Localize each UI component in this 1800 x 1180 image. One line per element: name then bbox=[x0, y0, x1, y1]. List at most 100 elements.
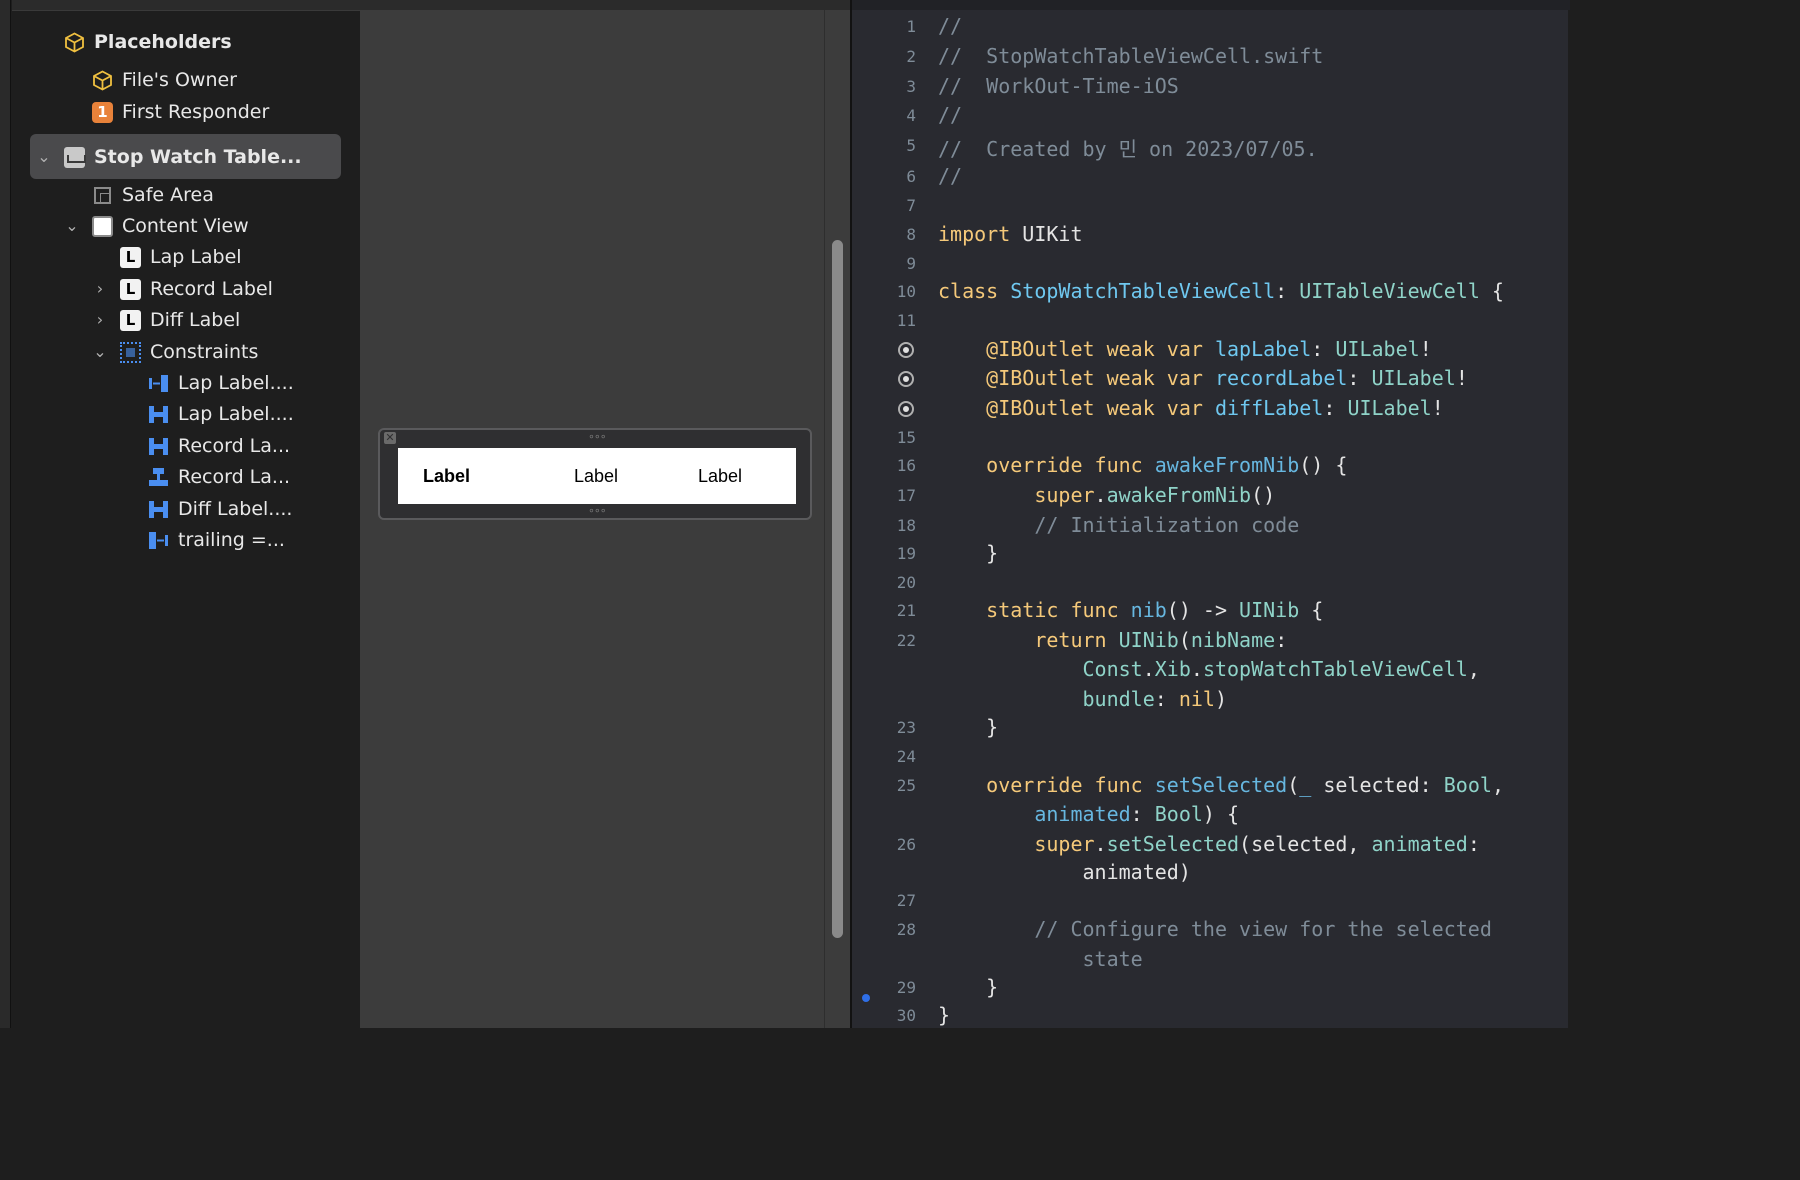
code-token: , bbox=[1491, 773, 1504, 797]
chevron-down-icon[interactable]: ⌄ bbox=[36, 142, 52, 172]
code-token: () { bbox=[1299, 453, 1348, 477]
code-token: . bbox=[1094, 483, 1107, 507]
interface-builder-canvas[interactable]: ✕ Label Label Label bbox=[360, 0, 850, 1028]
resize-handle-bottom[interactable] bbox=[588, 504, 606, 517]
code-token: diffLabel bbox=[1214, 396, 1324, 420]
outlet-connection-icon[interactable] bbox=[898, 401, 914, 417]
code-token: // WorkOut-Time-iOS bbox=[938, 74, 1179, 98]
document-outline: Placeholders File's Owner 1 First Respon… bbox=[0, 0, 360, 1028]
code-line[interactable]: // bbox=[938, 14, 962, 38]
outline-top-bar bbox=[12, 0, 360, 11]
outline-label: Lap Label.... bbox=[178, 403, 294, 425]
code-line[interactable]: // Created by 민 on 2023/07/05. bbox=[938, 133, 1318, 162]
code-line[interactable]: state bbox=[938, 947, 1142, 971]
code-token: } bbox=[938, 715, 999, 739]
chevron-right-icon[interactable]: › bbox=[92, 274, 108, 304]
code-line[interactable]: } bbox=[938, 715, 998, 739]
line-number: 21 bbox=[896, 601, 916, 620]
code-token: animated bbox=[1371, 832, 1468, 856]
code-token: setSelected bbox=[1154, 773, 1288, 797]
code-line[interactable]: import UIKit bbox=[938, 222, 1083, 246]
code-token: UILabel bbox=[1371, 366, 1456, 390]
code-line[interactable]: // Configure the view for the selected bbox=[938, 917, 1492, 941]
code-line[interactable]: // bbox=[938, 103, 962, 127]
code-line[interactable]: super.setSelected(selected, animated: bbox=[938, 832, 1480, 856]
code-token: awakeFromNib bbox=[1106, 483, 1252, 507]
outlet-connection-icon[interactable] bbox=[898, 371, 914, 387]
code-line[interactable]: // bbox=[938, 164, 962, 188]
code-line[interactable]: static func nib() -> UINib { bbox=[938, 598, 1323, 622]
code-token: super bbox=[1034, 832, 1095, 856]
canvas-scrollbar[interactable] bbox=[832, 240, 843, 938]
code-line[interactable]: } bbox=[938, 541, 998, 565]
code-line[interactable]: bundle: nil) bbox=[938, 687, 1228, 711]
label-icon: L bbox=[120, 310, 141, 331]
close-icon[interactable]: ✕ bbox=[384, 432, 396, 444]
diff-label-preview[interactable]: Label bbox=[698, 448, 742, 504]
code-line[interactable]: animated: Bool) { bbox=[938, 802, 1239, 826]
code-line[interactable]: super.awakeFromNib() bbox=[938, 483, 1275, 507]
resize-handle-top[interactable] bbox=[588, 430, 606, 443]
line-number: 26 bbox=[896, 835, 916, 854]
outline-label: Content View bbox=[122, 215, 249, 237]
table-cell-preview[interactable]: ✕ Label Label Label bbox=[378, 428, 812, 520]
center-constraint-icon bbox=[148, 467, 169, 488]
code-line[interactable]: @IBOutlet weak var lapLabel: UILabel! bbox=[938, 337, 1432, 361]
code-token: selected: bbox=[1311, 773, 1444, 797]
code-token: UILabel bbox=[1335, 337, 1420, 361]
cell-content-view[interactable]: Label Label Label bbox=[398, 448, 796, 504]
code-line[interactable]: class StopWatchTableViewCell: UITableVie… bbox=[938, 279, 1504, 303]
code-line[interactable]: animated) bbox=[938, 860, 1190, 884]
record-label-preview[interactable]: Label bbox=[574, 448, 618, 504]
code-line[interactable]: Const.Xib.stopWatchTableViewCell, bbox=[938, 657, 1480, 681]
code-token: Bool bbox=[1154, 802, 1203, 826]
lap-label-preview[interactable]: Label bbox=[423, 448, 470, 504]
line-number: 9 bbox=[906, 254, 916, 273]
code-line[interactable]: @IBOutlet weak var diffLabel: UILabel! bbox=[938, 396, 1444, 420]
code-line[interactable]: @IBOutlet weak var recordLabel: UILabel! bbox=[938, 366, 1468, 390]
code-line[interactable]: // WorkOut-Time-iOS bbox=[938, 74, 1179, 98]
code-token: recordLabel bbox=[1214, 366, 1348, 390]
code-token: class bbox=[938, 279, 999, 303]
code-token: . bbox=[1094, 832, 1107, 856]
code-line[interactable]: override func setSelected(_ selected: Bo… bbox=[938, 773, 1504, 797]
code-token: // bbox=[938, 103, 963, 127]
line-number: 16 bbox=[896, 456, 916, 475]
chevron-down-icon[interactable]: ⌄ bbox=[92, 337, 108, 367]
code-token: : bbox=[1347, 366, 1372, 390]
code-token: // StopWatchTableViewCell.swift bbox=[938, 44, 1324, 68]
line-number: 7 bbox=[906, 196, 916, 215]
code-line[interactable]: override func awakeFromNib() { bbox=[938, 453, 1347, 477]
code-token: () -> bbox=[1166, 598, 1240, 622]
code-token: UIKit bbox=[1010, 222, 1083, 246]
code-token: bundle bbox=[1082, 687, 1155, 711]
code-line[interactable]: // StopWatchTableViewCell.swift bbox=[938, 44, 1323, 68]
code-token: : bbox=[1311, 337, 1336, 361]
code-token: @IBOutlet weak var bbox=[986, 396, 1203, 420]
code-line[interactable]: } bbox=[938, 975, 998, 999]
vertical-constraint-icon bbox=[148, 404, 169, 425]
line-number: 30 bbox=[896, 1006, 916, 1025]
outline-label: Placeholders bbox=[94, 31, 232, 53]
code-token: ( bbox=[1287, 773, 1300, 797]
code-line[interactable]: return UINib(nibName: bbox=[938, 628, 1287, 652]
code-line[interactable]: } bbox=[938, 1003, 950, 1027]
outline-label: Diff Label bbox=[150, 309, 241, 331]
code-token: StopWatchTableViewCell bbox=[1010, 279, 1276, 303]
code-editor[interactable]: 1 2 3 4 5 6 7 8 9 10 11 15 16 17 18 19 20 21 22 23 24 25 26 27 2… bbox=[850, 0, 1570, 1028]
chevron-down-icon[interactable]: ⌄ bbox=[64, 211, 80, 241]
chevron-right-icon[interactable]: › bbox=[92, 305, 108, 335]
line-number: 19 bbox=[896, 544, 916, 563]
code-line[interactable]: // Initialization code bbox=[938, 513, 1299, 537]
outlet-connection-icon[interactable] bbox=[898, 342, 914, 358]
code-token: UINib bbox=[1118, 628, 1179, 652]
code-token: lapLabel bbox=[1214, 337, 1312, 361]
line-number: 15 bbox=[896, 428, 916, 447]
